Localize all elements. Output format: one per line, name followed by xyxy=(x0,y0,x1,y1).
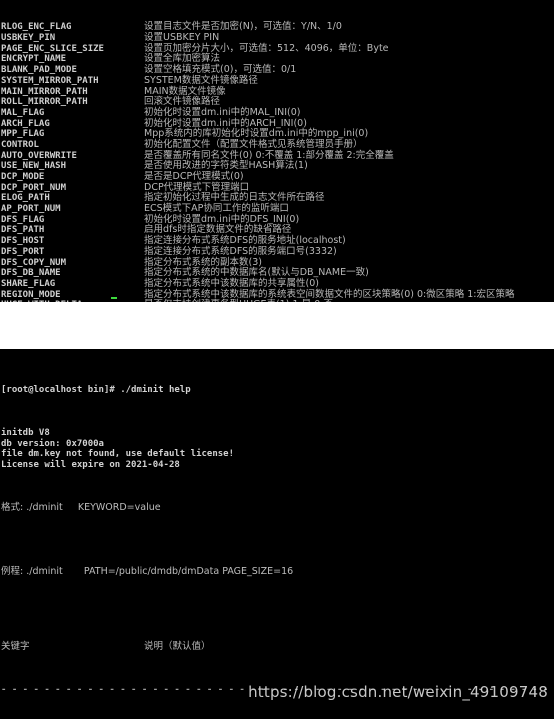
console-separator-gap xyxy=(0,302,554,349)
option-keyword: DFS_COPY_NUM xyxy=(1,257,67,268)
option-keyword: DFS_DB_NAME xyxy=(1,268,61,279)
option-row: USE_NEW_HASH 是否使用改进的字符类型HASH算法(1) xyxy=(1,161,554,172)
option-keyword: ROLL_MIRROR_PATH xyxy=(1,97,88,108)
usage-format-line: 格式: ./dminit KEYWORD=value xyxy=(1,501,161,513)
option-keyword: PAGE_ENC_SLICE_SIZE xyxy=(1,43,104,54)
option-keyword: RLOG_ENC_FLAG xyxy=(1,22,72,33)
option-row: DCP_MODE 是否是DCP代理模式(0) xyxy=(1,171,554,183)
option-keyword: MPP_FLAG xyxy=(1,129,45,140)
terminal-scrollback-pane[interactable]: RLOG_ENC_FLAG 设置目志文件是否加密(N)，可选值：Y/N、1/0 US… xyxy=(0,0,554,302)
option-keyword: CONTROL xyxy=(1,139,39,150)
option-description: 初始化时设置dm.ini中的MAL_INI(0) xyxy=(144,106,301,118)
option-keyword: SHARE_FLAG xyxy=(1,278,56,289)
option-table-header: 关键字 说明（默认值） xyxy=(1,640,554,653)
option-keyword: BLANK_PAD_MODE xyxy=(1,65,77,76)
option-keyword: ENCRYPT_NAME xyxy=(1,54,67,65)
option-keyword: DFS_HOST xyxy=(1,236,45,247)
option-keyword: DFS_PORT xyxy=(1,246,45,257)
preamble-line: db version: 0x7000a xyxy=(1,438,104,449)
option-table-scrollback: RLOG_ENC_FLAG 设置目志文件是否加密(N)，可选值：Y/N、1/0 US… xyxy=(1,22,554,302)
column-header-keyword: 关键字 xyxy=(1,640,30,652)
option-description: 指定连接分布式系统DFS的服务端口号(3332) xyxy=(144,245,337,257)
option-keyword: SYSTEM_MIRROR_PATH xyxy=(1,75,99,86)
shell-prompt-line: [root@localhost bin]# ./dminit help xyxy=(1,385,191,396)
column-header-description: 说明（默认值） xyxy=(144,640,211,652)
option-keyword: ARCH_FLAG xyxy=(1,118,50,129)
option-description: 指定分布式系统中该数据库的共享属性(0) xyxy=(144,277,319,289)
usage-example-line: 例程: ./dminit PATH=/public/dmdb/dmData PA… xyxy=(1,565,294,577)
terminal-pane[interactable]: [root@localhost bin]# ./dminit help init… xyxy=(0,349,554,719)
table-separator-rule: - - - - - - - - - - - - - - - - - - - - … xyxy=(1,684,554,695)
command-preamble-output: initdb V8 db version: 0x7000a file dm.key … xyxy=(1,428,554,471)
option-keyword: AP_PORT_NUM xyxy=(1,204,61,215)
terminal-cursor xyxy=(111,297,117,299)
option-keyword: REGION_MODE xyxy=(1,289,61,300)
option-row: BLANK_PAD_MODE 设置空格填充模式(0)，可选值：0/1 xyxy=(1,64,554,76)
option-keyword: MAL_FLAG xyxy=(1,107,45,118)
option-description: SYSTEM数据文件镜像路径 xyxy=(144,74,258,86)
option-keyword: USBKEY_PIN xyxy=(1,33,56,44)
option-row: SHARE_FLAG 指定分布式系统中该数据库的共享属性(0) xyxy=(1,277,554,290)
option-keyword: DCP_PORT_NUM xyxy=(1,182,67,193)
preamble-line: initdb V8 xyxy=(1,427,50,438)
option-keyword: DCP_MODE xyxy=(1,172,45,183)
option-keyword: DFS_FLAG xyxy=(1,214,45,225)
preamble-line: License will expire on 2021-04-28 xyxy=(1,459,180,470)
option-keyword: MAIN_MIRROR_PATH xyxy=(1,86,88,97)
option-keyword: ELOG_PATH xyxy=(1,193,50,204)
preamble-line: file dm.key not found, use default licen… xyxy=(1,449,234,460)
option-row: MAL_FLAG 初始化时设置dm.ini中的MAL_INI(0) xyxy=(1,106,554,119)
option-row: SYSTEM_MIRROR_PATH SYSTEM数据文件镜像路径 xyxy=(1,74,554,87)
option-keyword: DFS_PATH xyxy=(1,225,45,236)
option-row: MAIN_MIRROR_PATH MAIN数据文件镜像 xyxy=(1,86,554,98)
option-row: DFS_PORT 指定连接分布式系统DFS的服务端口号(3332) xyxy=(1,245,554,258)
option-row: PAGE_ENC_SLICE_SIZE 设置页加密分片大小，可选值：512、409… xyxy=(1,43,554,55)
option-row: RLOG_ENC_FLAG 设置目志文件是否加密(N)，可选值：Y/N、1/0 xyxy=(1,22,554,33)
option-keyword: USE_NEW_HASH xyxy=(1,161,67,172)
option-keyword: AUTO_OVERWRITE xyxy=(1,150,77,161)
